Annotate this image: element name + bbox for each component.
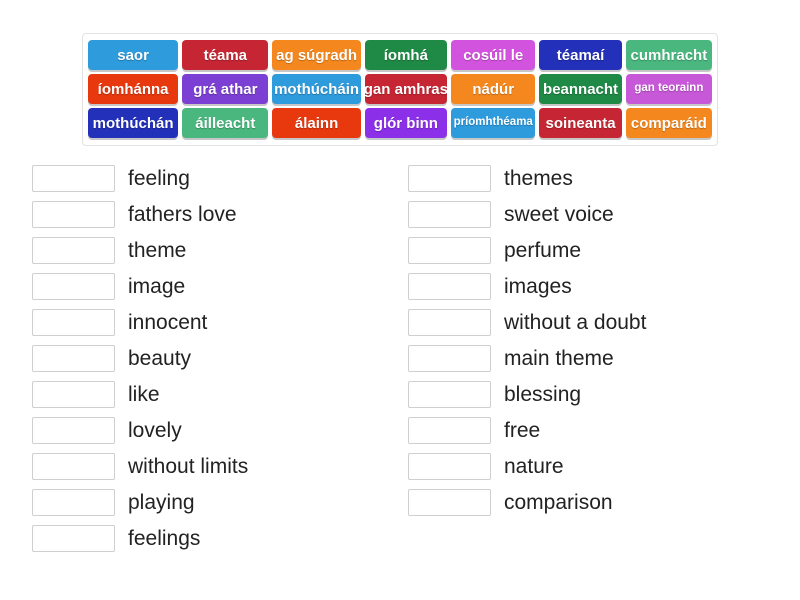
- word-tile[interactable]: soineanta: [539, 108, 622, 138]
- word-tile[interactable]: íomhá: [364, 40, 448, 70]
- answer-label: without limits: [128, 454, 249, 478]
- drop-box[interactable]: [408, 164, 491, 192]
- tile-row: mothúchán áilleacht álainn glór binn príomht…: [88, 108, 712, 138]
- word-tile[interactable]: íomhánna: [88, 74, 179, 104]
- answer-label: without a doubt: [504, 310, 647, 334]
- word-tile[interactable]: cosúil le: [451, 40, 536, 70]
- word-tile[interactable]: gan teorainn: [625, 74, 712, 104]
- answer-row: playing: [32, 484, 400, 520]
- answer-label: sweet voice: [504, 202, 614, 226]
- drop-box[interactable]: [32, 200, 115, 228]
- tile-row: saor téama ag súgradh íomhá cosúil le téamaí c…: [88, 40, 712, 70]
- word-tile[interactable]: cumhracht: [625, 40, 712, 70]
- answer-row: main theme: [408, 340, 800, 376]
- drop-box[interactable]: [408, 236, 491, 264]
- answer-column-left: feeling fathers love theme image innocent bea…: [0, 160, 400, 556]
- answer-label: lovely: [128, 418, 182, 442]
- drop-box[interactable]: [32, 308, 115, 336]
- word-tile[interactable]: saor: [88, 40, 179, 70]
- answer-label: like: [128, 382, 160, 406]
- answer-row: like: [32, 376, 400, 412]
- word-tile[interactable]: glór binn: [364, 108, 448, 138]
- drop-box[interactable]: [408, 200, 491, 228]
- answer-row: beauty: [32, 340, 400, 376]
- drop-box[interactable]: [32, 488, 115, 516]
- answer-row: fathers love: [32, 196, 400, 232]
- drop-box[interactable]: [32, 236, 115, 264]
- answer-row: blessing: [408, 376, 800, 412]
- word-tile[interactable]: nádúr: [451, 74, 536, 104]
- answer-row: nature: [408, 448, 800, 484]
- answer-row: lovely: [32, 412, 400, 448]
- answer-label: theme: [128, 238, 187, 262]
- answer-row: innocent: [32, 304, 400, 340]
- drop-box[interactable]: [408, 488, 491, 516]
- answer-label: main theme: [504, 346, 614, 370]
- drop-box[interactable]: [408, 416, 491, 444]
- answer-label: fathers love: [128, 202, 237, 226]
- drop-box[interactable]: [32, 524, 115, 552]
- answer-column-right: themes sweet voice perfume images without a …: [400, 160, 800, 556]
- word-tile[interactable]: ag súgradh: [272, 40, 361, 70]
- answer-row: feeling: [32, 160, 400, 196]
- drop-box[interactable]: [408, 344, 491, 372]
- answer-lists: feeling fathers love theme image innocent bea…: [0, 160, 800, 556]
- drop-box[interactable]: [32, 272, 115, 300]
- word-tile[interactable]: téama: [182, 40, 269, 70]
- answer-row: comparison: [408, 484, 800, 520]
- answer-label: feeling: [128, 166, 190, 190]
- answer-row: images: [408, 268, 800, 304]
- answer-label: playing: [128, 490, 195, 514]
- word-tile[interactable]: áilleacht: [182, 108, 269, 138]
- answer-label: images: [504, 274, 572, 298]
- answer-row: feelings: [32, 520, 400, 556]
- drop-box[interactable]: [32, 164, 115, 192]
- drop-box[interactable]: [32, 380, 115, 408]
- answer-row: perfume: [408, 232, 800, 268]
- answer-label: perfume: [504, 238, 582, 262]
- word-tile[interactable]: álainn: [272, 108, 361, 138]
- drop-box[interactable]: [32, 452, 115, 480]
- answer-label: comparison: [504, 490, 613, 514]
- answer-label: free: [504, 418, 541, 442]
- answer-label: feelings: [128, 526, 201, 550]
- answer-row: without a doubt: [408, 304, 800, 340]
- drop-box[interactable]: [408, 452, 491, 480]
- word-tile[interactable]: gan amhras: [364, 74, 448, 104]
- word-tile[interactable]: príomhthéama: [451, 108, 536, 138]
- drop-box[interactable]: [32, 344, 115, 372]
- answer-label: innocent: [128, 310, 208, 334]
- word-tile[interactable]: grá athar: [182, 74, 269, 104]
- word-tile-bank: saor téama ag súgradh íomhá cosúil le téamaí c…: [82, 33, 718, 146]
- drop-box[interactable]: [32, 416, 115, 444]
- answer-label: blessing: [504, 382, 582, 406]
- answer-label: beauty: [128, 346, 192, 370]
- answer-row: theme: [32, 232, 400, 268]
- word-tile[interactable]: mothúchán: [88, 108, 179, 138]
- tile-row: íomhánna grá athar mothúcháin gan amhras nád…: [88, 74, 712, 104]
- answer-row: sweet voice: [408, 196, 800, 232]
- answer-label: image: [128, 274, 186, 298]
- drop-box[interactable]: [408, 272, 491, 300]
- word-tile[interactable]: comparáid: [625, 108, 712, 138]
- answer-row: without limits: [32, 448, 400, 484]
- drop-box[interactable]: [408, 380, 491, 408]
- word-tile[interactable]: téamaí: [539, 40, 622, 70]
- word-tile[interactable]: mothúcháin: [272, 74, 361, 104]
- answer-row: themes: [408, 160, 800, 196]
- answer-label: themes: [504, 166, 573, 190]
- answer-row: image: [32, 268, 400, 304]
- word-tile[interactable]: beannacht: [539, 74, 622, 104]
- answer-row: free: [408, 412, 800, 448]
- drop-box[interactable]: [408, 308, 491, 336]
- answer-label: nature: [504, 454, 564, 478]
